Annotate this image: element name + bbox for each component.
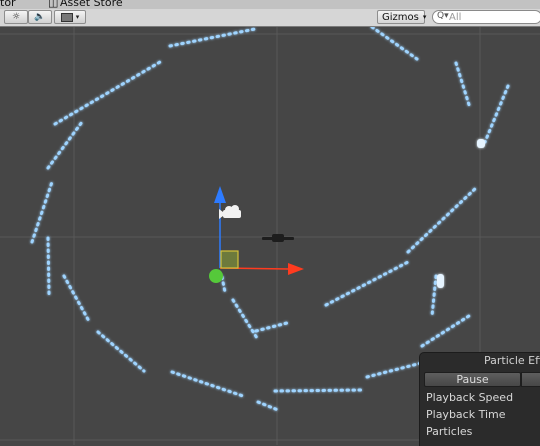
tab-asset-store[interactable]: Asset Store — [60, 0, 123, 9]
scene-toolbar: ☼ 🔈 ▾ Gizmos ▾ Q▾ All — [0, 9, 540, 27]
pause-button[interactable]: Pause — [424, 372, 521, 387]
audio-toggle-button[interactable]: 🔈 — [28, 10, 52, 24]
z-axis-handle — [209, 269, 223, 283]
particle-streak — [273, 388, 364, 393]
search-icon: Q▾ — [437, 11, 449, 21]
dropdown-arrow-icon: ▾ — [75, 13, 80, 21]
search-placeholder: All — [449, 11, 462, 23]
effects-toggle-button[interactable]: ▾ — [54, 10, 86, 24]
stop-button[interactable] — [521, 372, 540, 387]
panel-title: Particle Eff — [484, 354, 540, 367]
lighting-toggle-button[interactable]: ☼ — [4, 10, 28, 24]
playback-time-label: Playback Time — [426, 408, 506, 421]
plane-handle — [220, 250, 239, 269]
gizmos-dropdown[interactable]: Gizmos ▾ — [377, 10, 427, 24]
chevron-down-icon: ▾ — [422, 13, 427, 21]
sun-icon: ☼ — [11, 12, 21, 22]
speaker-icon: 🔈 — [34, 12, 46, 22]
search-input[interactable]: Q▾ All — [432, 10, 540, 24]
playback-speed-label: Playback Speed — [426, 391, 514, 404]
image-icon — [60, 12, 73, 22]
gizmos-label: Gizmos — [382, 11, 419, 23]
particles-label: Particles — [426, 425, 473, 438]
tab-inspector[interactable]: tor — [0, 0, 16, 9]
asset-store-icon: ◫ — [48, 0, 59, 9]
particle-effect-panel: Particle Eff Pause Playback Speed Playba… — [419, 352, 540, 446]
